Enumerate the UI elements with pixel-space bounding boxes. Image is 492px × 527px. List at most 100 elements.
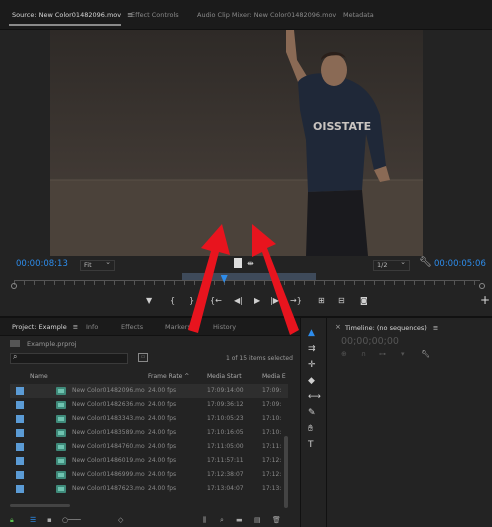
- nest-icon[interactable]: ⊕: [341, 350, 347, 358]
- ruler-tick: [114, 281, 115, 285]
- go-to-in-icon[interactable]: {←: [210, 294, 222, 308]
- label-color-icon[interactable]: [16, 415, 24, 423]
- linked-selection-icon[interactable]: ⊶: [379, 350, 386, 358]
- table-row[interactable]: New Color01483589.mo 24.00 fps 17:10:16:…: [10, 426, 288, 440]
- timeline-title[interactable]: Timeline: (no sequences) ≡: [345, 324, 438, 332]
- table-row[interactable]: New Color01482636.mo 24.00 fps 17:09:36:…: [10, 398, 288, 412]
- find-icon[interactable]: ⌕: [220, 516, 224, 525]
- zoom-handle-left[interactable]: [11, 283, 17, 289]
- tab-effect-controls[interactable]: Effect Controls: [131, 11, 179, 19]
- column-frame-rate[interactable]: Frame Rate ^: [148, 373, 189, 380]
- tab-effects[interactable]: Effects: [121, 323, 143, 331]
- ruler-tick: [354, 281, 355, 285]
- insert-icon[interactable]: ⇼: [247, 259, 254, 268]
- clip-frame-rate: 24.00 fps: [148, 401, 177, 408]
- clip-name: New Color01482096.mo: [72, 387, 145, 394]
- column-name[interactable]: Name: [30, 373, 48, 380]
- ruler-tick: [444, 281, 445, 285]
- tab-audio-clip-mixer[interactable]: Audio Clip Mixer: New Color01482096.mov: [197, 11, 336, 19]
- type-tool-icon[interactable]: T: [308, 440, 314, 450]
- tab-info[interactable]: Info: [86, 323, 98, 331]
- tab-project[interactable]: Project: Example ≡: [12, 323, 78, 331]
- label-color-icon[interactable]: [16, 401, 24, 409]
- ruler-tick: [254, 281, 255, 285]
- table-row[interactable]: New Color01486019.mo 24.00 fps 17:11:57:…: [10, 454, 288, 468]
- label-color-icon[interactable]: [16, 387, 24, 395]
- ripple-edit-tool-icon[interactable]: ✛: [308, 360, 316, 370]
- pen-tool-icon[interactable]: ✎: [308, 408, 316, 418]
- label-color-icon[interactable]: [16, 457, 24, 465]
- hand-tool-icon[interactable]: ✋︎: [308, 424, 313, 434]
- sort-icons-icon[interactable]: ◇: [118, 516, 123, 524]
- add-marker-timeline-icon[interactable]: ▾: [401, 350, 405, 358]
- clip-media-start: 17:09:36:12: [207, 401, 244, 408]
- table-row[interactable]: New Color01484760.mo 24.00 fps 17:11:05:…: [10, 440, 288, 454]
- time-ruler[interactable]: [14, 280, 480, 288]
- ruler-tick: [394, 281, 395, 285]
- snap-icon[interactable]: ∩: [361, 350, 366, 358]
- new-bin-icon[interactable]: ▭: [138, 353, 148, 362]
- zoom-select[interactable]: Fit: [80, 258, 115, 271]
- go-to-out-icon[interactable]: →}: [290, 294, 302, 308]
- slip-tool-icon[interactable]: ⟷: [308, 392, 321, 402]
- track-select-tool-icon[interactable]: ⇉: [308, 344, 316, 354]
- lock-icon[interactable]: 🔒︎: [10, 516, 14, 525]
- label-color-icon[interactable]: [16, 485, 24, 493]
- horizontal-scrollbar[interactable]: [10, 504, 70, 507]
- tab-markers[interactable]: Markers: [165, 323, 191, 331]
- ruler-tick: [54, 281, 55, 285]
- selection-tool-icon[interactable]: ▲: [308, 328, 315, 338]
- ruler-tick: [454, 281, 455, 285]
- new-item-icon[interactable]: ▤: [254, 516, 261, 524]
- ruler-tick: [384, 281, 385, 285]
- timeline-menu-icon[interactable]: ≡: [433, 324, 438, 332]
- zoom-handle-right[interactable]: [479, 283, 485, 289]
- list-view-icon[interactable]: ☰: [30, 516, 36, 524]
- label-color-icon[interactable]: [16, 471, 24, 479]
- step-forward-icon[interactable]: |▶︎: [270, 294, 279, 308]
- play-icon[interactable]: ▶︎: [254, 294, 260, 308]
- table-row[interactable]: New Color01482096.mo 24.00 fps 17:09:14:…: [10, 384, 288, 398]
- tab-project-menu-icon[interactable]: ≡: [73, 323, 78, 331]
- icon-view-icon[interactable]: ▪: [47, 516, 52, 524]
- button-editor-plus-icon[interactable]: +: [480, 293, 490, 307]
- timeline-timecode[interactable]: 00;00;00;00: [341, 336, 399, 347]
- automate-to-sequence-icon[interactable]: ⫼: [203, 516, 206, 525]
- tab-metadata[interactable]: Metadata: [343, 11, 374, 19]
- search-input[interactable]: [10, 353, 128, 364]
- current-timecode[interactable]: 00:00:08:13: [16, 259, 68, 269]
- column-media-end[interactable]: Media E: [262, 373, 286, 380]
- close-icon[interactable]: ×: [335, 323, 341, 331]
- export-frame-icon[interactable]: ◙: [360, 294, 368, 308]
- add-marker-button[interactable]: [234, 258, 242, 268]
- label-color-icon[interactable]: [16, 429, 24, 437]
- settings-wrench-icon[interactable]: 🔧︎: [419, 257, 432, 268]
- mark-out-icon[interactable]: }: [189, 294, 194, 308]
- table-row[interactable]: New Color01486999.mo 24.00 fps 17:12:38:…: [10, 468, 288, 482]
- clip-frame-rate: 24.00 fps: [148, 387, 177, 394]
- vertical-scrollbar[interactable]: [284, 436, 288, 508]
- tab-source[interactable]: Source: New Color01482096.mov ≡: [12, 11, 133, 19]
- tab-history[interactable]: History: [213, 323, 236, 331]
- search-icon: ⌕: [13, 352, 18, 361]
- label-color-icon[interactable]: [16, 443, 24, 451]
- razor-tool-icon[interactable]: ◆: [308, 376, 315, 386]
- table-row[interactable]: New Color01483343.mo 24.00 fps 17:10:05:…: [10, 412, 288, 426]
- resolution-select[interactable]: 1/2: [373, 258, 410, 271]
- trash-icon[interactable]: 🗑︎: [272, 516, 281, 524]
- mark-in-icon[interactable]: {: [170, 294, 175, 308]
- insert-clip-icon[interactable]: ⊞: [318, 294, 325, 308]
- svg-text:OISSTATE: OISSTATE: [313, 120, 371, 133]
- zoom-slider-icon[interactable]: ○───: [62, 516, 81, 524]
- clip-frame-rate: 24.00 fps: [148, 457, 177, 464]
- ruler-tick: [234, 281, 235, 285]
- add-marker-icon[interactable]: ▼: [146, 294, 152, 308]
- ruler-tick: [364, 281, 365, 285]
- new-bin-footer-icon[interactable]: ▬: [236, 516, 243, 524]
- timeline-settings-icon[interactable]: 🔧︎: [421, 350, 430, 358]
- table-row[interactable]: New Color01487623.mo 24.00 fps 17:13:04:…: [10, 482, 288, 496]
- ruler-tick: [204, 281, 205, 285]
- overwrite-clip-icon[interactable]: ⊟: [338, 294, 345, 308]
- column-media-start[interactable]: Media Start: [207, 373, 242, 380]
- step-back-icon[interactable]: ◀︎|: [234, 294, 243, 308]
